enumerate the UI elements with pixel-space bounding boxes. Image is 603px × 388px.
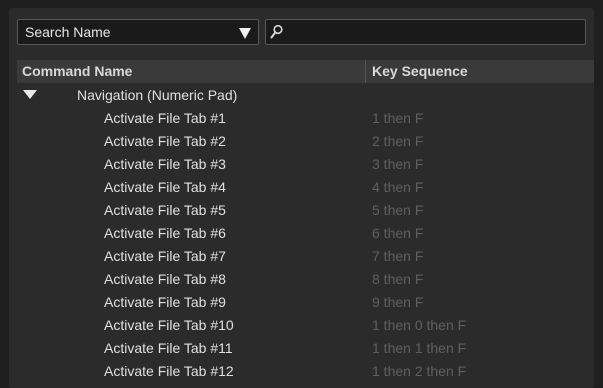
table-row[interactable]: Activate File Tab #10 1 then 0 then F [17, 314, 594, 336]
key-sequence: 2 then F [372, 133, 424, 149]
key-sequence: 1 then F [372, 110, 424, 126]
group-row-navigation[interactable]: Navigation (Numeric Pad) [17, 84, 594, 106]
column-header-command-name[interactable]: Command Name [22, 63, 132, 79]
command-name: Activate File Tab #1 [104, 110, 226, 126]
command-name: Activate File Tab #9 [104, 294, 226, 310]
column-header-key-sequence[interactable]: Key Sequence [372, 63, 468, 79]
search-mode-label: Search Name [25, 24, 111, 40]
search-input[interactable] [288, 20, 578, 44]
key-sequence: 1 then 2 then F [372, 363, 467, 379]
command-name: Activate File Tab #12 [104, 363, 234, 379]
command-name: Activate File Tab #11 [104, 340, 233, 356]
command-name: Activate File Tab #6 [104, 225, 226, 241]
table-row[interactable]: Activate File Tab #1 1 then F [17, 107, 594, 129]
command-name: Activate File Tab #4 [104, 179, 226, 195]
key-sequence: 8 then F [372, 271, 424, 287]
table-row[interactable]: Activate File Tab #11 1 then 1 then F [17, 337, 594, 359]
key-sequence: 4 then F [372, 179, 424, 195]
table-row[interactable]: Activate File Tab #7 7 then F [17, 245, 594, 267]
key-sequence: 5 then F [372, 202, 424, 218]
expand-triangle-icon[interactable] [23, 90, 37, 99]
group-label: Navigation (Numeric Pad) [77, 87, 238, 103]
command-name: Activate File Tab #7 [104, 248, 226, 264]
dropdown-arrow-icon [239, 28, 251, 39]
table-row[interactable]: Activate File Tab #3 3 then F [17, 153, 594, 175]
command-name: Activate File Tab #8 [104, 271, 226, 287]
command-list: Navigation (Numeric Pad) Activate File T… [17, 84, 594, 388]
command-name: Activate File Tab #3 [104, 156, 226, 172]
key-sequence: 1 then 0 then F [372, 317, 467, 333]
table-row[interactable]: Activate File Tab #4 4 then F [17, 176, 594, 198]
command-name: Activate File Tab #10 [104, 317, 234, 333]
table-header: Command Name Key Sequence [17, 60, 594, 83]
table-row[interactable]: Activate File Tab #9 9 then F [17, 291, 594, 313]
table-row[interactable]: Activate File Tab #2 2 then F [17, 130, 594, 152]
key-sequence: 3 then F [372, 156, 424, 172]
key-sequence: 7 then F [372, 248, 424, 264]
search-mode-dropdown[interactable]: Search Name [17, 19, 259, 45]
table-row[interactable]: Activate File Tab #6 6 then F [17, 222, 594, 244]
key-sequence: 6 then F [372, 225, 424, 241]
command-name: Activate File Tab #5 [104, 202, 226, 218]
key-sequence: 1 then 1 then F [372, 340, 467, 356]
table-row[interactable]: Activate File Tab #5 5 then F [17, 199, 594, 221]
table-row[interactable]: Activate File Tab #8 8 then F [17, 268, 594, 290]
search-field[interactable] [265, 19, 586, 45]
command-name: Activate File Tab #2 [104, 133, 226, 149]
column-divider[interactable] [365, 60, 366, 83]
table-row[interactable]: Activate File Tab #12 1 then 2 then F [17, 360, 594, 382]
search-icon [270, 24, 283, 39]
key-sequence: 9 then F [372, 294, 424, 310]
